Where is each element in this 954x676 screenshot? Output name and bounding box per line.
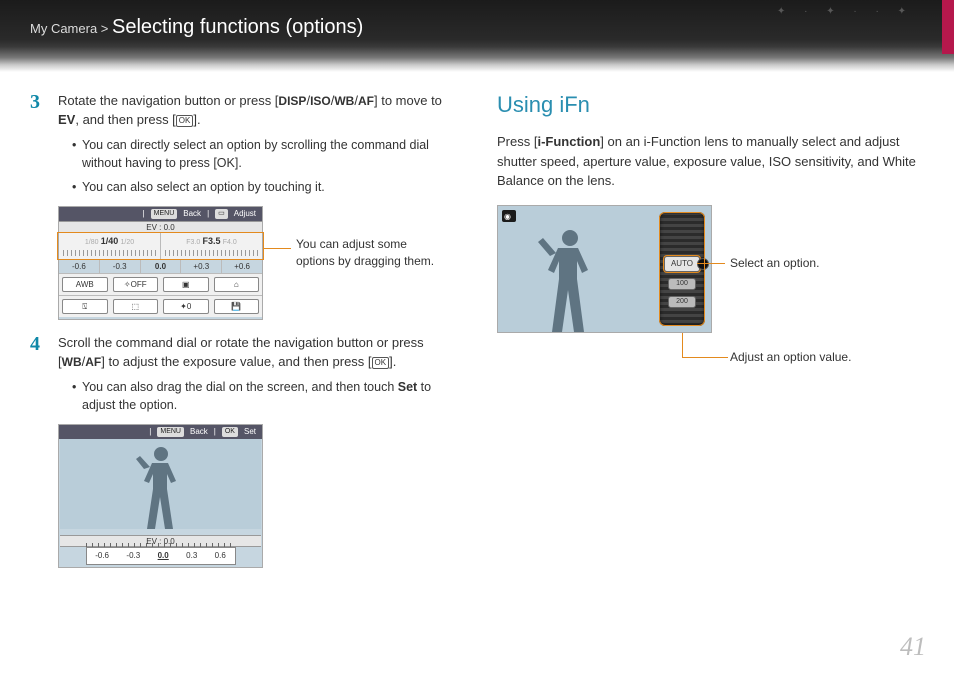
right-column: Using iFn Press [i-Function] on an i-Fun…: [497, 92, 924, 580]
camera-screenshot-ev: | MENU Back | OK Set EV : 0.0: [58, 424, 263, 568]
ring-option-200: 200: [668, 296, 696, 308]
accent-bar: [942, 0, 954, 54]
ok-icon: OK: [176, 115, 194, 127]
flash-off-button: ✧OFF: [113, 277, 159, 292]
bullet: You can also drag the dial on the screen…: [72, 378, 457, 414]
step-number: 4: [30, 334, 48, 568]
step-4-bullets: You can also drag the dial on the screen…: [58, 378, 457, 414]
bullet: You can also select an option by touchin…: [72, 178, 457, 196]
decoration-sparkle: ✦ · ✦ · · ✦: [777, 6, 914, 17]
breadcrumb-current: Selecting functions (options): [112, 16, 363, 38]
content-area: 3 Rotate the navigation button or press …: [0, 72, 954, 580]
page-header: ✦ · ✦ · · ✦ My Camera > Selecting functi…: [0, 0, 954, 72]
ifn-paragraph: Press [i-Function] on an i-Function lens…: [497, 132, 924, 191]
step-body: Scroll the command dial or rotate the na…: [58, 334, 457, 568]
ok-pill: OK: [222, 427, 238, 437]
callout-line: [697, 263, 725, 264]
ev-scale-strip: -0.6 -0.3 0.0 +0.3 +0.6: [59, 259, 262, 273]
sharpness-button: ✦0: [163, 299, 209, 314]
highlight-box: [57, 232, 264, 260]
ring-indicator-icon: [697, 258, 709, 270]
menu-pill: MENU: [151, 209, 178, 219]
adjust-pill: ▭: [215, 209, 228, 219]
figure-silhouette: [522, 222, 617, 332]
page-number: 41: [900, 632, 926, 662]
camera-screenshot-adjust: | MENU Back | ▭ Adjust EV : 0.0 1/80 1/4…: [58, 206, 263, 320]
ok-icon: OK: [372, 357, 390, 369]
breadcrumb: My Camera > Selecting functions (options…: [30, 21, 363, 36]
crop-button: ⍂: [62, 299, 108, 314]
save-button: 💾: [214, 299, 260, 314]
step-number: 3: [30, 92, 48, 320]
ring-option-100: 100: [668, 278, 696, 290]
figure-silhouette: [126, 439, 196, 529]
callout-line: [263, 248, 291, 249]
camera-icon: ◉: [504, 212, 511, 221]
option-row-2: ⍂ ⬚ ✦0 💾: [59, 295, 262, 317]
scene-person: [60, 439, 261, 529]
ev-scale-box: -0.6 -0.3 0.0 0.3 0.6: [86, 547, 236, 565]
step-3: 3 Rotate the navigation button or press …: [30, 92, 457, 320]
ring-option-auto: AUTO: [664, 256, 700, 272]
step-body: Rotate the navigation button or press [D…: [58, 92, 457, 320]
screenshot-topbar: | MENU Back | ▭ Adjust: [59, 207, 262, 221]
callout-line: [682, 357, 728, 358]
ifn-camera-screenshot: ◉ AUTO 100 200: [497, 205, 712, 333]
metering-button: ▣: [163, 277, 209, 292]
screenshot-topbar: | MENU Back | OK Set: [59, 425, 262, 439]
callout-line: [682, 333, 683, 357]
ifn-illustration-wrap: ◉ AUTO 100 200 Select an option. Adjust …: [497, 205, 924, 395]
step-4: 4 Scroll the command dial or rotate the …: [30, 334, 457, 568]
frame-button: ⬚: [113, 299, 159, 314]
section-heading-ifn: Using iFn: [497, 92, 924, 118]
bullet: You can directly select an option by scr…: [72, 136, 457, 172]
callout-drag-text: You can adjust some options by dragging …: [296, 236, 446, 271]
menu-pill: MENU: [157, 427, 184, 437]
area-button: ⌂: [214, 277, 260, 292]
option-row-1: AWB ✧OFF ▣ ⌂: [59, 273, 262, 295]
step-3-bullets: You can directly select an option by scr…: [58, 136, 457, 196]
callout-select-option: Select an option.: [730, 256, 819, 270]
breadcrumb-path: My Camera >: [30, 21, 108, 36]
callout-adjust-value: Adjust an option value.: [730, 350, 851, 364]
screenshot-1-wrap: | MENU Back | ▭ Adjust EV : 0.0 1/80 1/4…: [58, 206, 457, 320]
awb-button: AWB: [62, 277, 108, 292]
left-column: 3 Rotate the navigation button or press …: [30, 92, 457, 580]
